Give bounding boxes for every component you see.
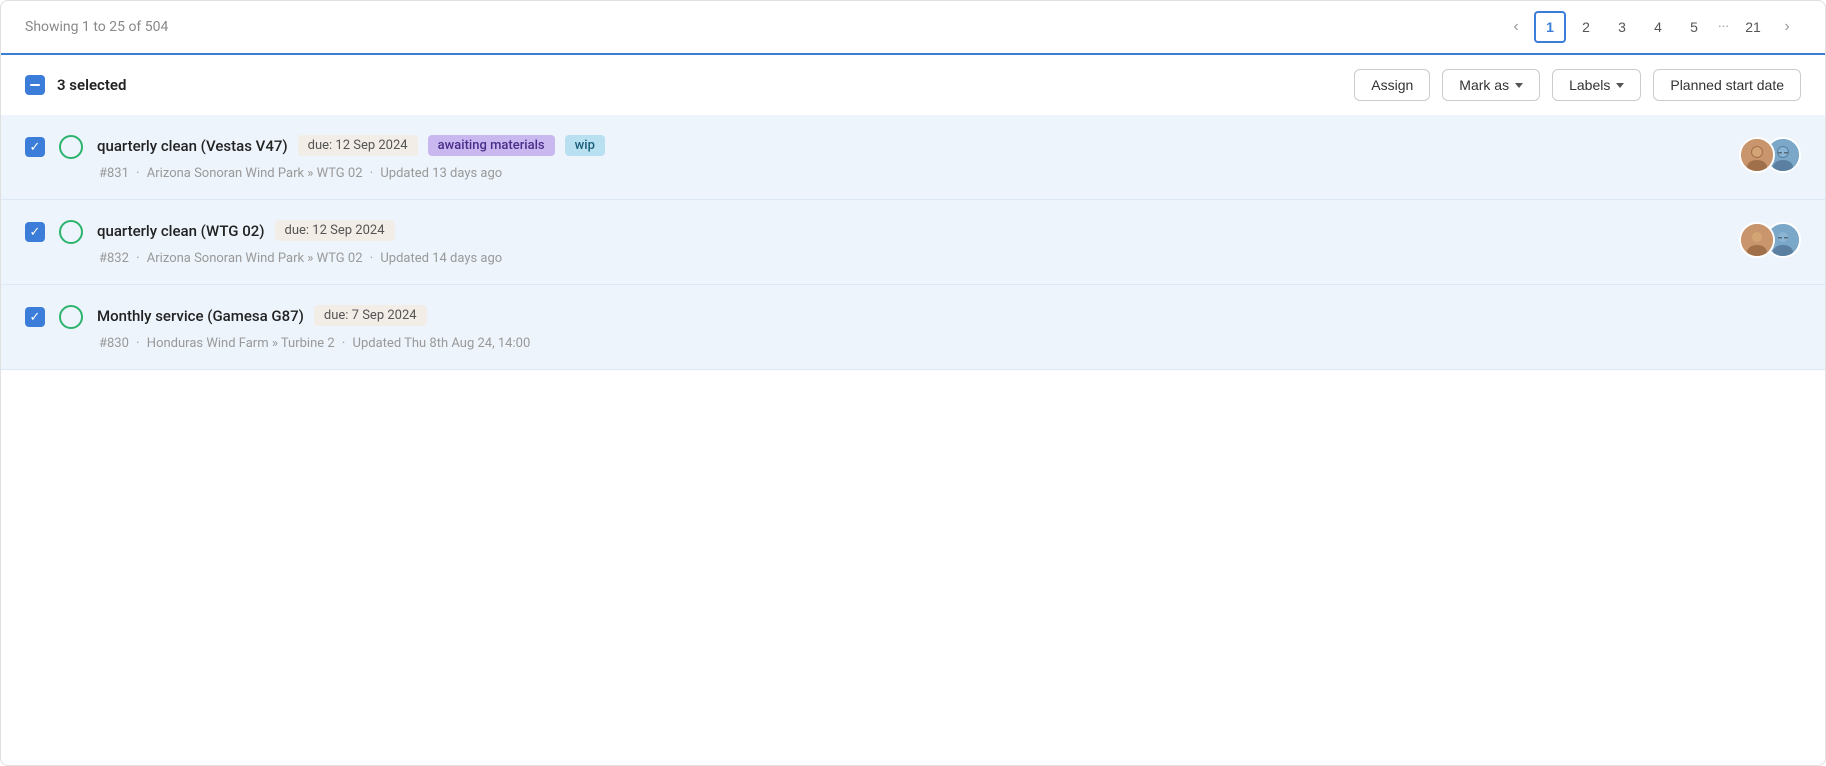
pagination-info: Showing 1 to 25 of 504 (25, 19, 168, 35)
item-2-title-row: quarterly clean (WTG 02) due: 12 Sep 202… (97, 220, 1801, 241)
page-2-button[interactable]: 2 (1570, 11, 1602, 43)
work-orders-list: ✓ quarterly clean (Vestas V47) due: 12 S… (1, 115, 1825, 370)
item-2-meta: #832 · Arizona Sonoran Wind Park » WTG 0… (97, 251, 1801, 266)
item-2-dot-1: · (136, 251, 143, 266)
item-1-dot-2: · (370, 166, 377, 181)
item-1-location: Arizona Sonoran Wind Park » WTG 02 (147, 166, 363, 181)
item-1-status-circle[interactable] (59, 135, 83, 159)
page-5-button[interactable]: 5 (1678, 11, 1710, 43)
item-3-content: Monthly service (Gamesa G87) due: 7 Sep … (97, 305, 1801, 351)
planned-start-date-button[interactable]: Planned start date (1653, 69, 1801, 101)
indeterminate-dash (30, 84, 40, 86)
item-3-dot-1: · (136, 336, 143, 351)
labels-label: Labels (1569, 77, 1610, 93)
item-2-title[interactable]: quarterly clean (WTG 02) (97, 222, 265, 240)
page-1-button[interactable]: 1 (1534, 11, 1566, 43)
avatar-1-face-svg (1741, 139, 1773, 171)
next-page-button[interactable]: › (1773, 13, 1801, 41)
item-3-location: Honduras Wind Farm » Turbine 2 (147, 336, 335, 351)
assign-label: Assign (1371, 77, 1413, 93)
item-3-title-row: Monthly service (Gamesa G87) due: 7 Sep … (97, 305, 1801, 326)
pagination-dots: ··· (1714, 19, 1733, 35)
item-2-avatars (1739, 222, 1801, 258)
item-2-number: #832 (99, 251, 129, 266)
item-1-due-badge: due: 12 Sep 2024 (298, 135, 418, 156)
item-2-dot-2: · (370, 251, 377, 266)
item-1-label-wip[interactable]: wip (565, 135, 605, 156)
assign-button[interactable]: Assign (1354, 69, 1430, 101)
item-2-due-badge: due: 12 Sep 2024 (275, 220, 395, 241)
page-3-button[interactable]: 3 (1606, 11, 1638, 43)
checkmark-icon: ✓ (30, 311, 41, 324)
item-3-number: #830 (99, 336, 129, 351)
item-3-meta: #830 · Honduras Wind Farm » Turbine 2 · … (97, 336, 1801, 351)
item-2-location: Arizona Sonoran Wind Park » WTG 02 (147, 251, 363, 266)
item-1-title[interactable]: quarterly clean (Vestas V47) (97, 137, 288, 155)
prev-page-button[interactable]: ‹ (1502, 13, 1530, 41)
item-2-content: quarterly clean (WTG 02) due: 12 Sep 202… (97, 220, 1801, 266)
item-1-title-row: quarterly clean (Vestas V47) due: 12 Sep… (97, 135, 1801, 156)
item-1-dot-1: · (136, 166, 143, 181)
checkmark-icon: ✓ (30, 226, 41, 239)
labels-button[interactable]: Labels (1552, 69, 1641, 101)
item-1-avatars (1739, 137, 1801, 173)
item-2-avatar-1 (1739, 222, 1775, 258)
page-21-button[interactable]: 21 (1737, 11, 1769, 43)
item-3-dot-2: · (342, 336, 349, 351)
item-1-meta: #831 · Arizona Sonoran Wind Park » WTG 0… (97, 166, 1801, 181)
item-3-updated: Updated Thu 8th Aug 24, 14:00 (353, 336, 531, 351)
item-3-checkbox[interactable]: ✓ (25, 307, 45, 327)
select-all-checkbox[interactable] (25, 75, 45, 95)
mark-as-button[interactable]: Mark as (1442, 69, 1540, 101)
item-1-number: #831 (99, 166, 129, 181)
mark-as-chevron-icon (1515, 83, 1523, 88)
labels-chevron-icon (1616, 83, 1624, 88)
work-order-item-1: ✓ quarterly clean (Vestas V47) due: 12 S… (1, 115, 1825, 200)
pagination-controls: ‹ 1 2 3 4 5 ··· 21 › (1502, 11, 1801, 43)
item-1-updated: Updated 13 days ago (380, 166, 502, 181)
mark-as-label: Mark as (1459, 77, 1509, 93)
page-4-button[interactable]: 4 (1642, 11, 1674, 43)
selected-count-label: 3 selected (57, 76, 126, 94)
item-2-updated: Updated 14 days ago (380, 251, 502, 266)
item-2-checkbox[interactable]: ✓ (25, 222, 45, 242)
item-3-due-badge: due: 7 Sep 2024 (314, 305, 427, 326)
planned-start-label: Planned start date (1670, 77, 1784, 93)
item-3-status-circle[interactable] (59, 305, 83, 329)
selection-toolbar: 3 selected Assign Mark as Labels Planned… (1, 55, 1825, 115)
work-order-item-3: ✓ Monthly service (Gamesa G87) due: 7 Se… (1, 285, 1825, 370)
checkmark-icon: ✓ (30, 141, 41, 154)
work-order-item-2: ✓ quarterly clean (WTG 02) due: 12 Sep 2… (1, 200, 1825, 285)
item-1-avatar-1 (1739, 137, 1775, 173)
item-3-title[interactable]: Monthly service (Gamesa G87) (97, 307, 304, 325)
item-1-content: quarterly clean (Vestas V47) due: 12 Sep… (97, 135, 1801, 181)
pagination-bar: Showing 1 to 25 of 504 ‹ 1 2 3 4 5 ··· 2… (1, 1, 1825, 55)
avatar-1b-face-svg (1741, 224, 1773, 256)
main-container: Showing 1 to 25 of 504 ‹ 1 2 3 4 5 ··· 2… (0, 0, 1826, 766)
item-2-status-circle[interactable] (59, 220, 83, 244)
item-1-checkbox[interactable]: ✓ (25, 137, 45, 157)
item-1-label-awaiting[interactable]: awaiting materials (428, 135, 555, 156)
